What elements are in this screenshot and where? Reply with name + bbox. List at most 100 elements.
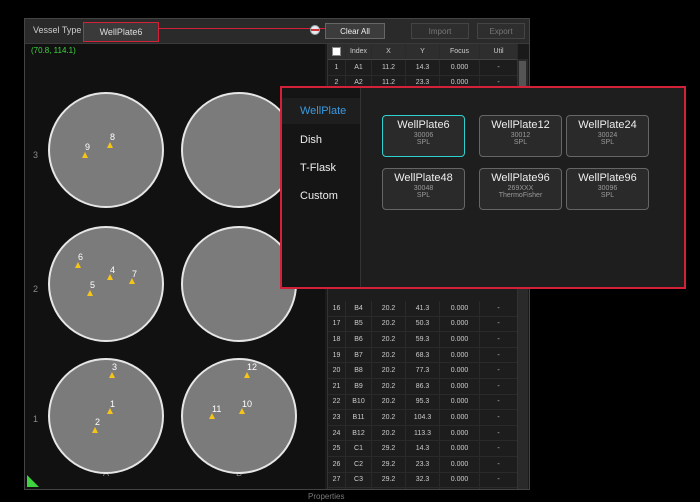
table-cell: 16 bbox=[328, 301, 346, 316]
table-cell: 104.3 bbox=[406, 410, 440, 425]
row-label: 3 bbox=[33, 150, 39, 160]
header-x[interactable]: X bbox=[372, 44, 406, 59]
select-all-checkbox[interactable] bbox=[328, 44, 346, 59]
vessel-card[interactable]: WellPlate48 30048 SPL bbox=[382, 168, 465, 210]
table-cell: 20.2 bbox=[372, 316, 406, 332]
marker-label: 9 bbox=[85, 142, 91, 152]
table-cell: 0.000 bbox=[440, 441, 480, 456]
properties-label: Properties bbox=[308, 492, 345, 501]
table-cell: A1 bbox=[346, 60, 372, 75]
vessel-type-popup: WellPlate Dish T-Flask Custom WellPlate6… bbox=[280, 86, 686, 289]
table-row[interactable]: 19 B7 20.2 68.3 0.000- bbox=[328, 347, 518, 364]
table-row[interactable]: 22 B10 20.2 95.3 0.000- bbox=[328, 394, 518, 411]
position-marker[interactable] bbox=[92, 427, 98, 433]
table-cell: 20.2 bbox=[372, 363, 406, 378]
row-label: 1 bbox=[33, 414, 39, 424]
table-row[interactable]: 24 B12 20.2 113.3 0.000- bbox=[328, 425, 518, 442]
clear-all-button[interactable]: Clear All bbox=[325, 23, 385, 39]
table-row[interactable]: 1 A1 11.2 14.3 0.000- bbox=[328, 60, 518, 76]
vessel-card-brand: SPL bbox=[416, 139, 431, 146]
well-a3[interactable] bbox=[48, 92, 164, 208]
vessel-card-code: 269XXX bbox=[507, 185, 534, 192]
vessel-card-name: WellPlate48 bbox=[394, 172, 453, 184]
table-cell: - bbox=[480, 394, 518, 410]
table-cell: 0.000 bbox=[440, 410, 480, 425]
vessel-card[interactable]: WellPlate96 30096 SPL bbox=[566, 168, 649, 210]
table-cell: - bbox=[480, 425, 518, 441]
category-t-flask[interactable]: T-Flask bbox=[282, 158, 360, 178]
vessel-card-code: 30024 bbox=[597, 132, 618, 139]
table-row[interactable]: 25 C1 29.2 14.3 0.000- bbox=[328, 441, 518, 457]
table-row[interactable]: 27 C3 29.2 32.3 0.000- bbox=[328, 472, 518, 489]
vessel-type-field[interactable]: WellPlate6 bbox=[83, 22, 159, 42]
table-cell: 20 bbox=[328, 363, 346, 378]
position-marker[interactable] bbox=[107, 142, 113, 148]
table-cell: B10 bbox=[346, 394, 372, 410]
scroll-thumb[interactable] bbox=[519, 61, 526, 89]
table-cell: 28 bbox=[328, 488, 346, 489]
globe-icon[interactable] bbox=[310, 25, 320, 35]
category-custom[interactable]: Custom bbox=[282, 186, 360, 206]
table-cell: B7 bbox=[346, 347, 372, 363]
table-row[interactable]: 23 B11 20.2 104.3 0.000- bbox=[328, 410, 518, 426]
table-row[interactable]: 18 B6 20.2 59.3 0.000- bbox=[328, 332, 518, 348]
table-cell: 1 bbox=[328, 60, 346, 75]
import-button[interactable]: Import bbox=[411, 23, 469, 39]
table-cell: - bbox=[480, 472, 518, 488]
position-marker[interactable] bbox=[75, 262, 81, 268]
vessel-card[interactable]: WellPlate24 30024 SPL bbox=[566, 115, 649, 157]
marker-label: 8 bbox=[110, 132, 116, 142]
table-row[interactable]: 21 B9 20.2 86.3 0.000- bbox=[328, 378, 518, 395]
table-cell: 26 bbox=[328, 456, 346, 472]
category-wellplate[interactable]: WellPlate bbox=[282, 98, 360, 124]
header-util[interactable]: Util bbox=[480, 44, 518, 59]
position-marker[interactable] bbox=[109, 372, 115, 378]
category-dish[interactable]: Dish bbox=[282, 130, 360, 150]
table-cell: 41.3 bbox=[406, 488, 440, 489]
table-cell: 14.3 bbox=[406, 60, 440, 75]
table-cell: B6 bbox=[346, 332, 372, 347]
table-row[interactable]: 28C429.241.30.000- bbox=[328, 488, 518, 489]
checkbox[interactable] bbox=[332, 47, 341, 56]
well-a1[interactable] bbox=[48, 358, 164, 474]
marker-label: 2 bbox=[95, 417, 101, 427]
marker-label: 6 bbox=[78, 252, 84, 262]
table-cell: 0.000 bbox=[440, 378, 480, 394]
vessel-card[interactable]: WellPlate6 30006 SPL bbox=[382, 115, 465, 157]
table-cell: 0.000 bbox=[440, 316, 480, 332]
vessel-card-code: 30048 bbox=[413, 185, 434, 192]
table-cell: 19 bbox=[328, 347, 346, 363]
table-cell: 11.2 bbox=[372, 60, 406, 75]
header-focus[interactable]: Focus bbox=[440, 44, 480, 59]
marker-label: 7 bbox=[132, 269, 138, 279]
vessel-card[interactable]: WellPlate12 30012 SPL bbox=[479, 115, 562, 157]
marker-label: 4 bbox=[110, 265, 116, 275]
table-cell: 41.3 bbox=[406, 301, 440, 316]
marker-label: 12 bbox=[247, 362, 258, 372]
table-cell: 24 bbox=[328, 425, 346, 441]
export-button[interactable]: Export bbox=[477, 23, 525, 39]
well-b1[interactable] bbox=[181, 358, 297, 474]
table-cell: C2 bbox=[346, 456, 372, 472]
table-cell: 23.3 bbox=[406, 456, 440, 472]
vessel-type-label: Vessel Type bbox=[33, 25, 82, 35]
marker-label: 1 bbox=[110, 399, 116, 409]
position-marker[interactable] bbox=[82, 152, 88, 158]
table-row[interactable]: 17 B5 20.2 50.3 0.000- bbox=[328, 316, 518, 333]
table-row[interactable]: 20 B8 20.2 77.3 0.000- bbox=[328, 363, 518, 379]
position-marker[interactable] bbox=[244, 372, 250, 378]
table-row[interactable]: 26 C2 29.2 23.3 0.000- bbox=[328, 456, 518, 473]
header-index[interactable]: Index bbox=[346, 44, 372, 59]
table-cell: 0.000 bbox=[440, 394, 480, 410]
table-cell: 50.3 bbox=[406, 316, 440, 332]
table-cell: 68.3 bbox=[406, 347, 440, 363]
table-cell: 27 bbox=[328, 472, 346, 488]
table-row[interactable]: 16 B4 20.2 41.3 0.000- bbox=[328, 301, 518, 317]
well-a2[interactable] bbox=[48, 226, 164, 342]
toolbar: Vessel Type WellPlate6 Clear All Import … bbox=[25, 19, 529, 44]
header-y[interactable]: Y bbox=[406, 44, 440, 59]
table-cell: 32.3 bbox=[406, 472, 440, 488]
position-marker[interactable] bbox=[87, 290, 93, 296]
table-cell: 20.2 bbox=[372, 332, 406, 347]
vessel-card[interactable]: WellPlate96 269XXX ThermoFisher bbox=[479, 168, 562, 210]
